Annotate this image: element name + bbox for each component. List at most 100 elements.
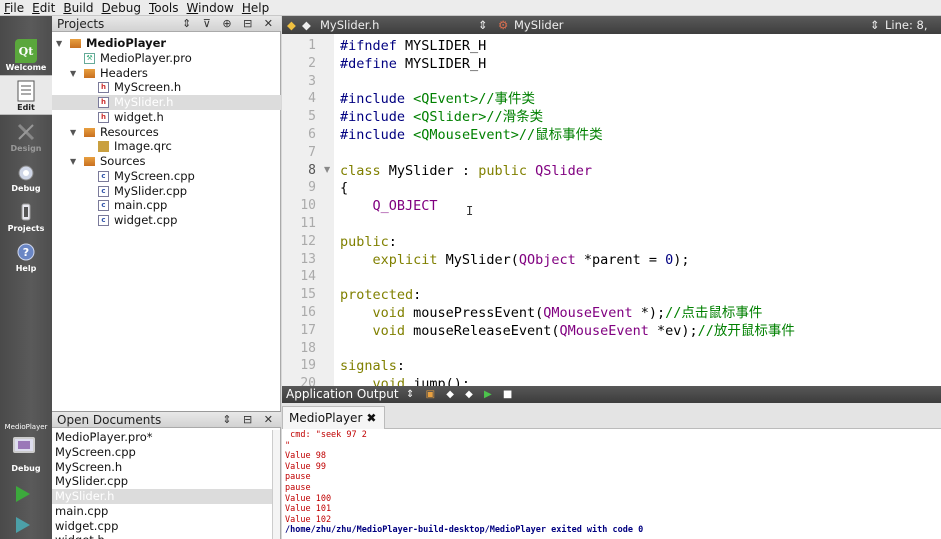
tree-file[interactable]: ⚒ MedioPlayer.pro xyxy=(52,51,281,66)
close-icon[interactable]: ✖ xyxy=(366,411,376,425)
open-document-item[interactable]: MyScreen.h xyxy=(52,460,272,475)
panel-toolbar[interactable]: ⇕ ⊟ ✕ xyxy=(222,412,277,428)
line-number: 1 xyxy=(308,38,316,53)
mode-design[interactable]: Design xyxy=(0,117,52,157)
panel-toolbar[interactable]: ⇕ ⊽ ⊕ ⊟ ✕ xyxy=(182,16,277,32)
line-number: 5 xyxy=(308,109,316,125)
tab-medioplayer[interactable]: MedioPlayer ✖ xyxy=(282,406,386,429)
tree-file[interactable]: c main.cpp xyxy=(52,198,281,213)
open-document-item[interactable]: main.cpp xyxy=(52,504,272,519)
open-document-item[interactable]: widget.h xyxy=(52,533,272,539)
dropdown-icon[interactable]: ⇕ xyxy=(478,16,488,34)
tree-file[interactable]: c widget.cpp xyxy=(52,213,281,228)
output-line: " xyxy=(285,440,291,451)
mode-label: Projects xyxy=(7,224,45,233)
menu-help[interactable]: Help xyxy=(238,0,273,16)
cpp-file-icon: c xyxy=(98,170,109,182)
bug-icon xyxy=(15,161,37,183)
tree-folder[interactable]: ▼ Sources xyxy=(52,154,281,169)
open-document-item[interactable]: MySlider.cpp xyxy=(52,474,272,489)
tree-file[interactable]: h MyScreen.h xyxy=(52,80,281,95)
menu-window[interactable]: Window xyxy=(183,0,238,16)
output-exit-line: /home/zhu/zhu/MedioPlayer-build-desktop/… xyxy=(285,525,644,536)
mode-help[interactable]: ? Help xyxy=(0,237,52,277)
menu-build[interactable]: Build xyxy=(59,0,97,16)
line-number: 9 xyxy=(308,180,316,196)
code-line: void jump(); xyxy=(372,376,471,386)
output-tab-bar: MedioPlayer ✖ xyxy=(282,403,941,429)
mode-label: Debug xyxy=(11,184,41,193)
mode-label: Welcome xyxy=(5,63,47,72)
mode-debug[interactable]: Debug xyxy=(0,157,52,197)
wrench-icon xyxy=(15,201,37,223)
output-line: Value 101 xyxy=(285,504,332,515)
h-file-icon: h xyxy=(98,97,109,108)
nav-forward-icon[interactable]: ◆ xyxy=(302,16,311,34)
open-document-item[interactable]: MySlider.h xyxy=(52,489,272,504)
menu-file[interactable]: File xyxy=(0,0,28,16)
nav-back-icon[interactable]: ◆ xyxy=(287,16,296,34)
output-line: Value 102 xyxy=(285,514,332,525)
menu-edit[interactable]: Edit xyxy=(28,0,59,16)
monitor-icon xyxy=(13,437,35,453)
code-line: class MySlider : public QSlider xyxy=(340,162,593,179)
symbol-selector[interactable]: MySlider xyxy=(514,16,564,34)
menu-debug[interactable]: Debug xyxy=(97,0,144,16)
tree-folder[interactable]: ▼ Headers xyxy=(52,66,281,81)
cpp-file-icon: c xyxy=(98,215,109,226)
line-number: 14 xyxy=(300,269,316,285)
fold-arrow-icon[interactable]: ▼ xyxy=(324,165,330,174)
tree-item-label: MySlider.h xyxy=(114,95,174,109)
output-toolbar[interactable]: ⇕ ▣ ◆ ◆ ▶ ■ xyxy=(406,386,516,403)
expand-arrow-icon[interactable]: ▼ xyxy=(70,66,76,81)
tree-item-label: MedioPlayer.pro xyxy=(100,50,192,65)
qt-logo-icon: Qt xyxy=(15,39,37,63)
open-document-item[interactable]: MedioPlayer.pro* xyxy=(52,430,272,445)
line-number: 12 xyxy=(300,233,316,249)
expand-arrow-icon[interactable]: ▼ xyxy=(70,125,76,140)
editor-toolbar: ◆ ◆ MySlider.h ⇕ ⚙ MySlider ⇕ Line: 8, C… xyxy=(282,16,941,50)
tree-folder[interactable]: ▼ Resources xyxy=(52,125,281,140)
output-line: Value 100 xyxy=(285,493,332,504)
line-number: 17 xyxy=(300,322,316,338)
design-tools-icon xyxy=(15,121,37,143)
folder-icon xyxy=(84,127,95,137)
tree-folder[interactable]: ▼ MedioPlayer xyxy=(52,36,281,51)
debug-run-icon[interactable] xyxy=(16,517,30,533)
menu-tools[interactable]: Tools xyxy=(145,0,183,16)
panel-title: Application Output xyxy=(286,387,399,401)
pro-file-icon: ⚒ xyxy=(84,52,95,64)
application-output[interactable]: cmd: "seek 97 2 " Value 98 Value 99 pause pau… xyxy=(282,429,941,539)
tree-file[interactable]: c MyScreen.cpp xyxy=(52,169,281,184)
file-selector[interactable]: MySlider.h xyxy=(320,16,379,34)
run-icon[interactable] xyxy=(16,486,30,502)
tree-file[interactable]: h widget.h xyxy=(52,110,281,125)
line-number: 18 xyxy=(300,340,316,356)
h-file-icon: h xyxy=(98,82,109,94)
tree-file[interactable]: c MySlider.cpp xyxy=(52,184,281,199)
output-line: cmd: "seek 97 2 xyxy=(285,430,367,440)
scrollbar[interactable] xyxy=(272,430,280,539)
code-editor[interactable]: 1 2 3 4 5 6 7 8 ▼ 9 10 11 12 13 14 15 16 17 18 19 20 #ifndef… xyxy=(282,34,941,386)
tree-file[interactable]: Image.qrc xyxy=(52,139,281,154)
tree-file[interactable]: h MySlider.h xyxy=(52,95,281,110)
code-line: Q_OBJECT xyxy=(372,198,438,215)
code-line: public: xyxy=(340,233,397,250)
line-number: 7 xyxy=(308,144,316,160)
tree-item-label: widget.h xyxy=(114,109,164,124)
expand-arrow-icon[interactable]: ▼ xyxy=(70,154,76,169)
line-number: 16 xyxy=(300,305,316,320)
cpp-file-icon: c xyxy=(98,200,109,212)
code-line: #ifndef MYSLIDER_H xyxy=(340,38,487,54)
mode-projects[interactable]: Projects xyxy=(0,197,52,237)
mode-edit[interactable]: Edit xyxy=(0,75,52,115)
expand-arrow-icon[interactable]: ▼ xyxy=(56,36,62,51)
open-document-item[interactable]: MyScreen.cpp xyxy=(52,445,272,460)
open-document-item[interactable]: widget.cpp xyxy=(52,519,272,534)
line-number-gutter: 1 2 3 4 5 6 7 8 ▼ 9 10 11 12 13 14 15 16 17 18 19 20 xyxy=(282,34,334,386)
projects-panel: Projects ⇕ ⊽ ⊕ ⊟ ✕ ▼ MedioPlayer ⚒ MedioPla… xyxy=(52,16,281,411)
dropdown-icon[interactable]: ⇕ xyxy=(870,16,880,34)
tree-item-label: Resources xyxy=(100,124,159,139)
line-number: 19 xyxy=(300,358,316,374)
mode-welcome[interactable]: Qt Welcome xyxy=(0,36,52,76)
